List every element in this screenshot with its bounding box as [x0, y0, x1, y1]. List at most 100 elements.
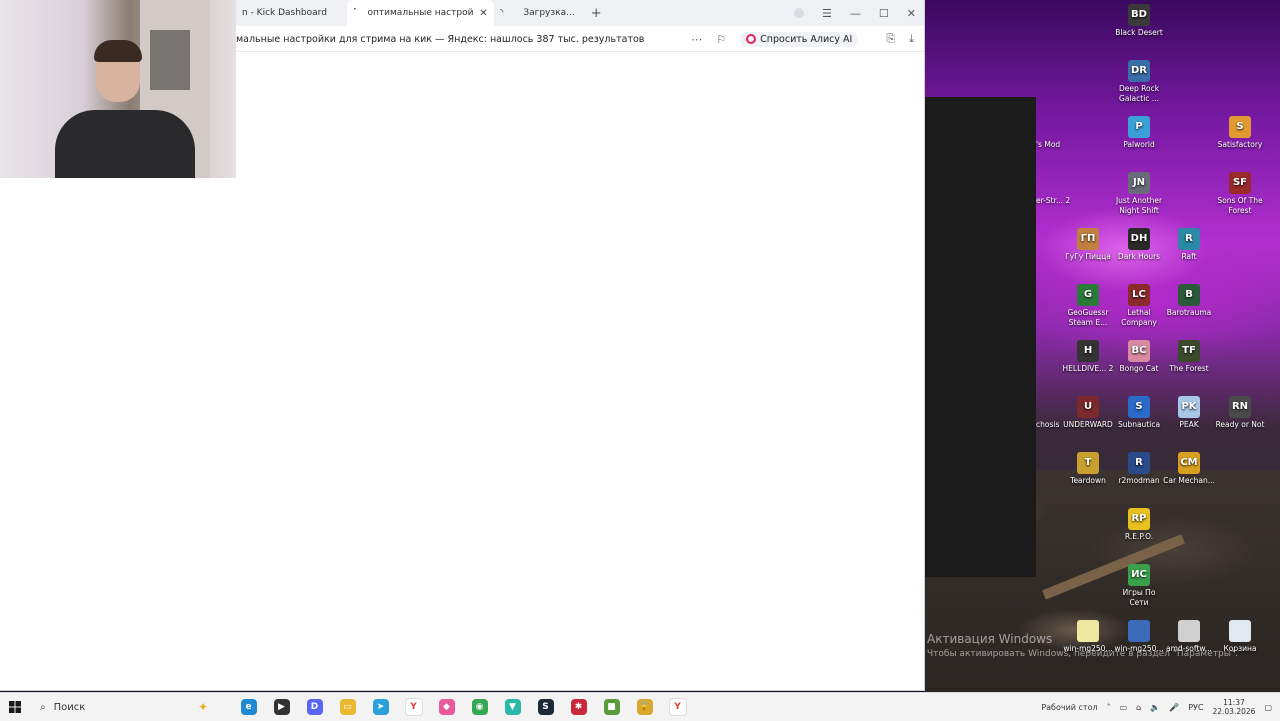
new-tab-button[interactable]: + [591, 6, 602, 21]
app-shortcut-icon: G [1077, 284, 1099, 306]
partial-desktop-icon[interactable]: er-Str... 2 [1036, 196, 1076, 206]
discord-icon: D [306, 699, 323, 715]
vpn-icon: ▼ [504, 699, 521, 715]
desktop-icon[interactable]: B Barotrauma [1163, 284, 1215, 318]
telegram-icon: ➤ [372, 699, 389, 715]
app-shortcut-icon: BC [1128, 340, 1150, 362]
partial-icon-label: er-Str... 2 [1036, 196, 1071, 205]
desktop-icon-label: Bongo Cat [1119, 364, 1159, 373]
chevron-up-icon[interactable]: ˄ [1107, 703, 1111, 712]
background-window[interactable] [924, 97, 1036, 577]
menu-icon[interactable]: ☰ [822, 7, 832, 20]
tab-label: оптимальные настрой [367, 8, 474, 18]
yandex-browser-icon: Y [668, 698, 687, 716]
chat-icon[interactable]: ▭ [1120, 703, 1128, 712]
lock-app-icon: 🔒 [636, 699, 653, 715]
network-icon[interactable]: ⌂ [1136, 703, 1141, 712]
close-window-button[interactable]: ✕ [907, 7, 916, 20]
taskbar-app-button[interactable]: ▼ [496, 696, 529, 718]
desktop-icon-label: Just Another Night Shift [1115, 196, 1163, 215]
start-button[interactable] [0, 701, 30, 713]
desktop-icon[interactable]: CM Car Mechan... [1163, 452, 1215, 486]
download-icon[interactable]: ⤓ [909, 32, 914, 46]
profile-icon[interactable] [794, 8, 805, 18]
activation-title: Активация Windows [927, 632, 1053, 646]
taskbar-app-button[interactable]: ■ [595, 696, 628, 718]
taskbar-app-button[interactable]: S [529, 696, 562, 718]
desktop-icon-label: Sons Of The Forest [1217, 196, 1263, 215]
webcam-person-body [55, 110, 195, 178]
desktop-icon[interactable]: LC Lethal Company [1113, 284, 1165, 328]
ask-alice-button[interactable]: Спросить Алису AI [740, 31, 859, 47]
webcam-background-shelf [150, 30, 190, 90]
taskbar-app-button[interactable]: e [232, 696, 265, 718]
taskbar-app-button[interactable]: Y [397, 696, 430, 718]
desktop-icon[interactable]: DH Dark Hours [1113, 228, 1165, 262]
desktop-icon[interactable]: ИС Игры По Сети [1113, 564, 1165, 608]
taskbar-app-button[interactable]: ◆ [430, 696, 463, 718]
partial-icon-label: 's Mod [1036, 140, 1061, 149]
taskbar-search[interactable]: ⌕ Поиск ✦ [30, 696, 220, 718]
loading-spinner-icon: ◝ [499, 8, 504, 18]
address-bar[interactable]: мальные настройки для стрима на кик — Ян… [236, 27, 924, 52]
taskbar-app-button[interactable]: Y [661, 696, 694, 718]
taskbar-app-button[interactable]: ✱ [562, 696, 595, 718]
desktop-icon[interactable]: H HELLDIVE... 2 [1062, 340, 1114, 374]
language-indicator[interactable]: РУС [1188, 703, 1203, 712]
desktop-icon[interactable]: BC Bongo Cat [1113, 340, 1165, 374]
desktop-icon-label: GeoGuessr Steam E... [1067, 308, 1109, 327]
desktop-icon-label: Satisfactory [1217, 140, 1263, 149]
partial-desktop-icon[interactable]: chosis [1036, 420, 1076, 430]
tab-kick-dashboard[interactable]: n - Kick Dashboard [236, 0, 333, 26]
desktop-icon[interactable]: G GeoGuessr Steam E... [1062, 284, 1114, 328]
desktop-icon[interactable]: PK PEAK [1163, 396, 1215, 430]
address-text[interactable]: мальные настройки для стрима на кик — Ян… [236, 34, 681, 45]
mic-icon[interactable]: 🎤 [1169, 703, 1179, 712]
more-icon[interactable]: ⋯ [691, 33, 702, 46]
desktop-toolbar-label[interactable]: Рабочий стол [1041, 703, 1097, 712]
desktop-icon-label: Car Mechan... [1163, 476, 1215, 485]
desktop-icon[interactable]: T Teardown [1062, 452, 1114, 486]
desktop-icon[interactable]: BD Black Desert [1113, 4, 1165, 38]
desktop-icon[interactable]: S Satisfactory [1214, 116, 1266, 150]
desktop-icon[interactable]: DR Deep Rock Galactic ... [1113, 60, 1165, 104]
bookmark-icon[interactable]: ⚐ [716, 33, 726, 46]
volume-icon[interactable]: 🔈 [1150, 703, 1160, 712]
desktop-icon[interactable]: JN Just Another Night Shift [1113, 172, 1165, 216]
desktop-icon-label: Deep Rock Galactic ... [1118, 84, 1160, 103]
taskbar-app-button[interactable]: ▭ [331, 696, 364, 718]
desktop-icon[interactable]: R Raft [1163, 228, 1215, 262]
tab-loading[interactable]: ◝ Загрузка... [494, 0, 581, 26]
desktop-icon[interactable]: TF The Forest [1163, 340, 1215, 374]
desktop-icon[interactable]: ГП ГуГу Пицца [1062, 228, 1114, 262]
app-shortcut-icon: T [1077, 452, 1099, 474]
folder-icon: ▭ [339, 699, 356, 715]
app-icon-1: ◆ [438, 699, 455, 715]
loading-spinner-icon: ⠁ [352, 8, 360, 18]
notifications-icon[interactable]: ▢ [1264, 703, 1272, 712]
desktop-icon[interactable]: Rr2modman [1113, 452, 1165, 486]
taskbar-app-button[interactable]: D [298, 696, 331, 718]
desktop-icon[interactable]: RN Ready or Not [1214, 396, 1266, 430]
app-shortcut-icon: SF [1229, 172, 1251, 194]
minimize-button[interactable]: — [850, 7, 861, 20]
app-shortcut-icon: P [1128, 116, 1150, 138]
maximize-button[interactable]: ☐ [879, 7, 889, 20]
taskbar-app-button[interactable]: ➤ [364, 696, 397, 718]
clock-date: 22.03.2026 [1212, 707, 1256, 716]
taskbar-app-button[interactable]: ▶ [265, 696, 298, 718]
desktop-icon[interactable]: SF Sons Of The Forest [1214, 172, 1266, 216]
desktop-icon[interactable]: S Subnautica [1113, 396, 1165, 430]
partial-desktop-icon[interactable]: 's Mod [1036, 140, 1076, 150]
close-tab-icon[interactable]: ✕ [479, 8, 487, 19]
desktop-icon[interactable]: P Palworld [1113, 116, 1165, 150]
desktop-icon-label: Ready or Not [1215, 420, 1265, 429]
taskbar-app-button[interactable]: 🔒 [628, 696, 661, 718]
taskbar-app-button[interactable]: ◉ [463, 696, 496, 718]
desktop-icon[interactable]: RP R.E.P.O. [1113, 508, 1165, 542]
tab-bar: n - Kick Dashboard ⠁ оптимальные настрой… [236, 0, 924, 26]
clock[interactable]: 11:37 22.03.2026 [1212, 698, 1255, 716]
search-label: Поиск [53, 701, 86, 713]
reader-icon[interactable]: ⎘ [886, 32, 895, 46]
tab-search-results[interactable]: ⠁ оптимальные настрой ✕ [346, 0, 494, 26]
